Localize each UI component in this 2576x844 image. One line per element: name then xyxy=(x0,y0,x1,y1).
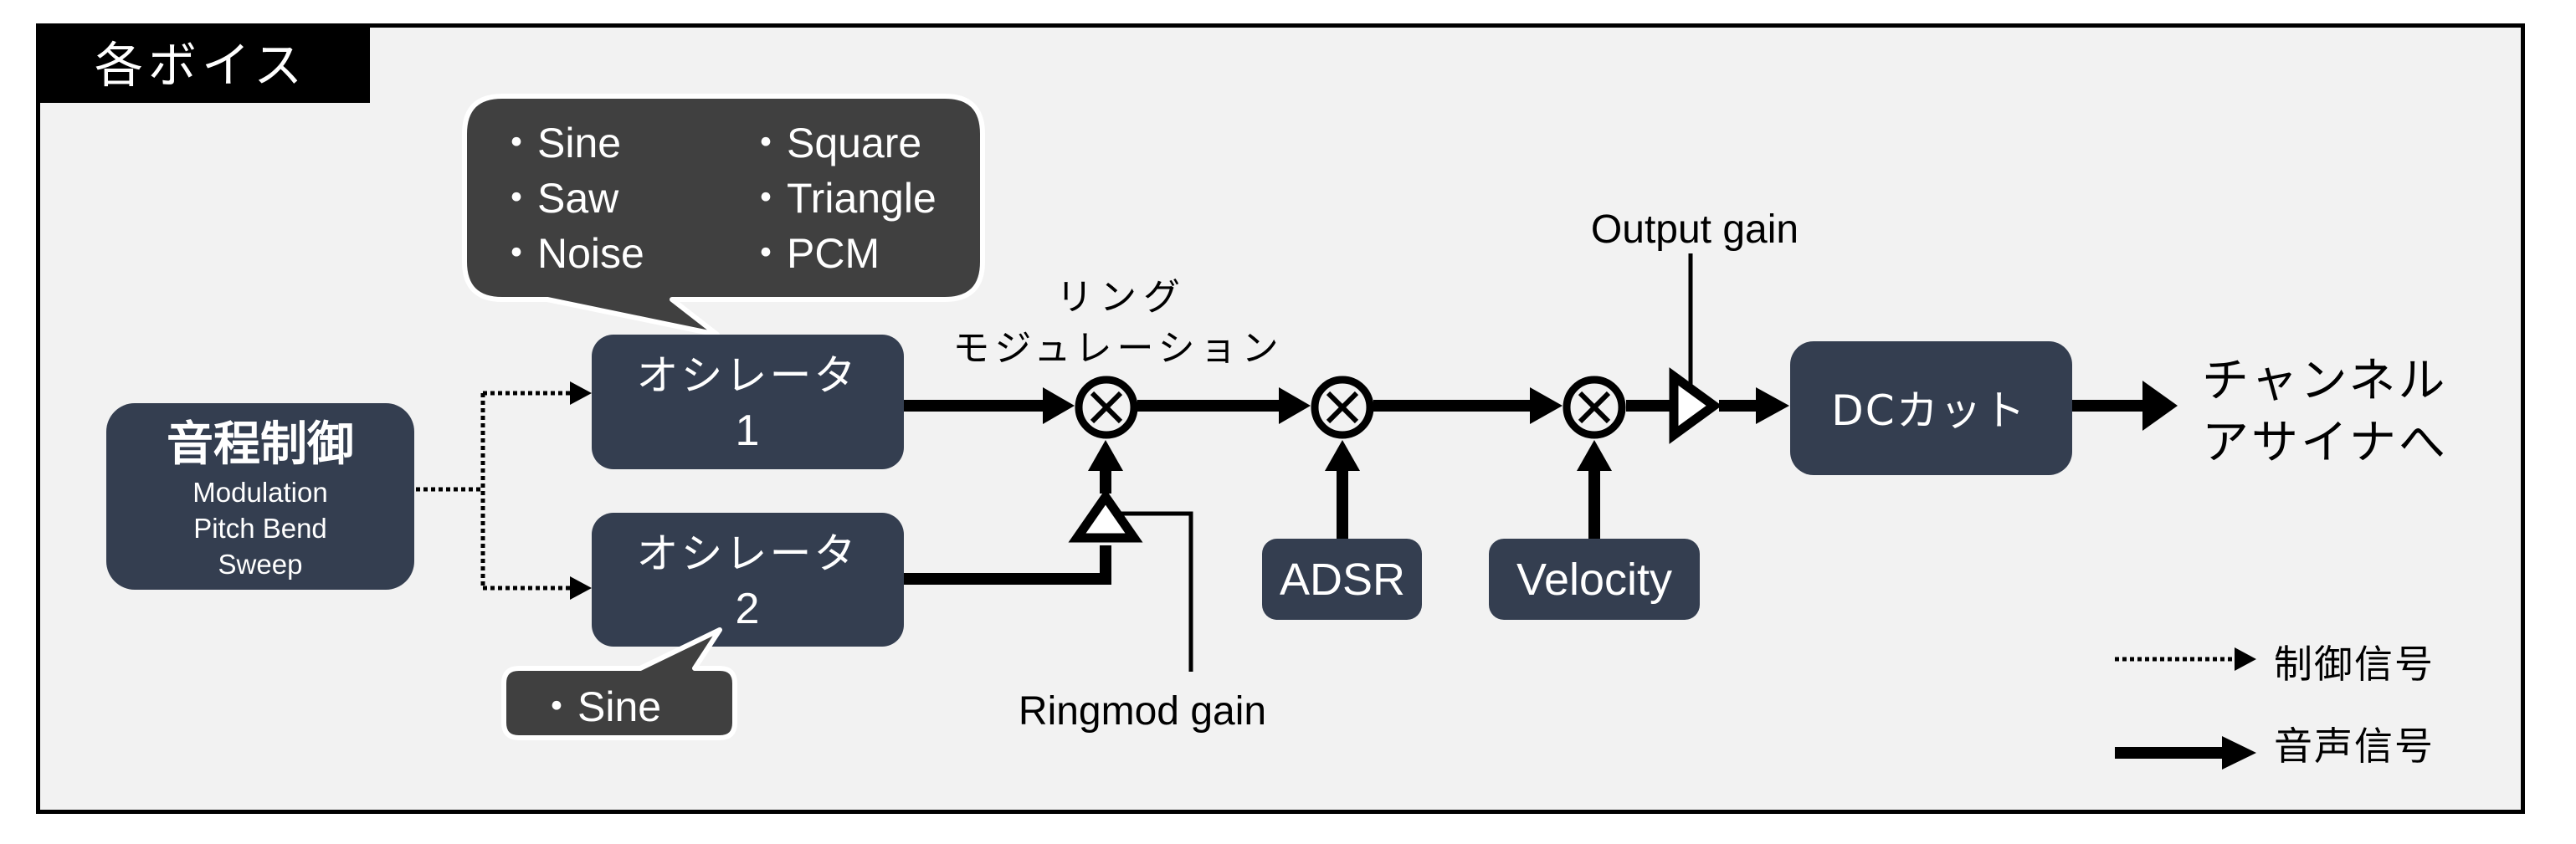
adsr-label: ADSR xyxy=(1280,555,1405,605)
output-gain-label: Output gain xyxy=(1591,207,1799,252)
ring-mod-label-line1: リング xyxy=(1056,276,1187,319)
dc-cut-label: DCカット xyxy=(1831,386,2026,435)
pitch-control-line: Pitch Bend xyxy=(193,513,327,544)
pitch-control-line: Sweep xyxy=(218,549,303,580)
destination-label-line2: アサイナへ xyxy=(2202,416,2448,470)
ring-mod-multiplier-icon xyxy=(1075,376,1138,439)
velocity-multiplier-icon xyxy=(1563,376,1626,439)
destination-label-line1: チャンネル xyxy=(2202,354,2447,408)
velocity-label: Velocity xyxy=(1516,555,1672,605)
voice-block-diagram: 各ボイス 音程制御 Modulation Pitch Bend Sweep ・S… xyxy=(36,23,2525,814)
waveform-option: ・PCM xyxy=(745,230,880,277)
adsr-multiplier-icon xyxy=(1311,376,1374,439)
panel-title: 各ボイス xyxy=(95,37,307,94)
dc-cut-block[interactable]: DCカット xyxy=(1790,341,2072,475)
oscillator1-label: オシレータ xyxy=(637,351,859,400)
pitch-control-title: 音程制御 xyxy=(167,417,354,472)
oscillator2-number: 2 xyxy=(736,585,760,633)
waveform-option: ・Triangle xyxy=(745,175,936,222)
velocity-block[interactable]: Velocity xyxy=(1489,539,1700,620)
ringmod-gain-label: Ringmod gain xyxy=(1019,689,1266,734)
waveform-option: ・Noise xyxy=(495,230,644,277)
oscillator2-label: オシレータ xyxy=(637,529,859,578)
adsr-block[interactable]: ADSR xyxy=(1262,539,1422,620)
oscillator1-number: 1 xyxy=(736,407,760,455)
oscillator2-block[interactable]: オシレータ 2 xyxy=(592,513,904,647)
pitch-control-block[interactable]: 音程制御 Modulation Pitch Bend Sweep xyxy=(106,403,414,590)
waveform-option: ・Sine xyxy=(495,120,621,166)
legend-control-signal-label: 制御信号 xyxy=(2274,642,2435,687)
waveform-option: ・Sine xyxy=(536,683,661,730)
waveform-option: ・Saw xyxy=(495,175,619,222)
oscillator1-waveform-bubble: ・Sine ・Saw ・Noise ・Square ・Triangle ・PCM xyxy=(462,94,985,337)
waveform-option: ・Square xyxy=(745,120,921,166)
oscillator1-block[interactable]: オシレータ 1 xyxy=(592,335,904,469)
legend-audio-signal-label: 音声信号 xyxy=(2274,724,2435,769)
pitch-control-line: Modulation xyxy=(192,477,327,508)
ring-mod-label-line2: モジュレーション xyxy=(952,327,1283,370)
